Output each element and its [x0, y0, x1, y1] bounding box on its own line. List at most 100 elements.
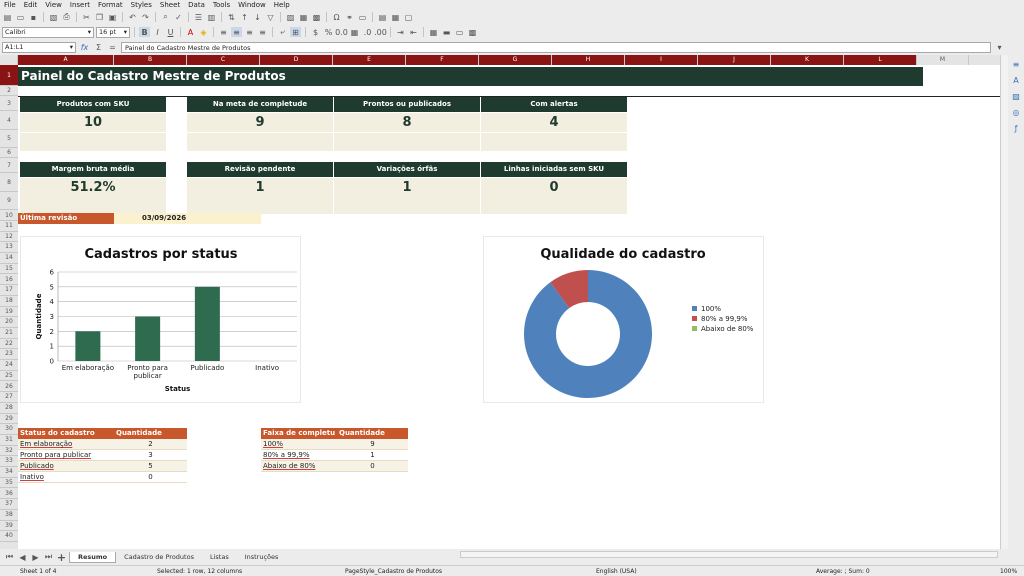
row-header-20[interactable]: 20: [0, 317, 18, 328]
font-size-box[interactable]: 16 pt ▾: [96, 26, 130, 38]
kpi-value[interactable]: 0: [481, 178, 627, 197]
column-icon[interactable]: ▥: [206, 12, 217, 22]
currency-icon[interactable]: $: [310, 27, 321, 37]
image-icon[interactable]: ▨: [285, 12, 296, 22]
tab-listas[interactable]: Listas: [202, 552, 237, 563]
hyperlink-icon[interactable]: ⚭: [344, 12, 355, 22]
quality-table-row-label[interactable]: Abaixo de 80%: [261, 461, 337, 472]
menu-item-format[interactable]: Format: [98, 1, 123, 9]
first-sheet-icon[interactable]: ⏮: [4, 552, 15, 562]
autofilter-icon[interactable]: ▽: [265, 12, 276, 22]
row-header-40[interactable]: 40: [0, 531, 18, 542]
row-header-12[interactable]: 12: [0, 232, 18, 243]
zoom-level[interactable]: 100%: [1000, 568, 1017, 575]
formula-input[interactable]: Painel do Cadastro Mestre de Produtos: [121, 41, 991, 53]
tab-cadastro-de-produtos[interactable]: Cadastro de Produtos: [116, 552, 202, 563]
kpi-value[interactable]: 51.2%: [20, 178, 166, 197]
freeze-icon[interactable]: ▦: [390, 12, 401, 22]
align-center-icon[interactable]: ≡: [231, 27, 242, 37]
status-table-row-label[interactable]: Em elaboração: [18, 439, 114, 450]
copy-icon[interactable]: ❐: [94, 12, 105, 22]
column-header-c[interactable]: C: [187, 55, 260, 65]
row-header-34[interactable]: 34: [0, 467, 18, 478]
row-header-6[interactable]: 6: [0, 148, 18, 158]
kpi-value[interactable]: 4: [481, 113, 627, 132]
row-header-25[interactable]: 25: [0, 371, 18, 382]
find-icon[interactable]: ⌕: [160, 12, 171, 22]
tab-resumo[interactable]: Resumo: [69, 551, 117, 563]
undo-icon[interactable]: ↶: [127, 12, 138, 22]
split-window-icon[interactable]: ▢: [403, 12, 414, 22]
column-header-k[interactable]: K: [771, 55, 844, 65]
align-right-icon[interactable]: ≡: [244, 27, 255, 37]
navigator-icon[interactable]: ◎: [1010, 107, 1022, 119]
open-icon[interactable]: ▭: [15, 12, 26, 22]
decrease-indent-icon[interactable]: ⇤: [408, 27, 419, 37]
kpi-value[interactable]: 8: [334, 113, 480, 132]
merge-center-icon[interactable]: ⊞: [290, 27, 301, 37]
underline-icon[interactable]: U: [165, 27, 176, 37]
comment-icon[interactable]: ▭: [357, 12, 368, 22]
select-all-corner[interactable]: [0, 55, 18, 65]
row-header-2[interactable]: 2: [0, 86, 18, 96]
headers-footers-icon[interactable]: ▤: [377, 12, 388, 22]
row-header-21[interactable]: 21: [0, 328, 18, 339]
kpi-value[interactable]: 10: [20, 113, 166, 132]
styles-icon[interactable]: A: [1010, 75, 1022, 87]
status-table-row-value[interactable]: 5: [114, 461, 187, 472]
row-header-5[interactable]: 5: [0, 130, 18, 148]
cut-icon[interactable]: ✂: [81, 12, 92, 22]
background-color-icon[interactable]: ▭: [454, 27, 465, 37]
borders-icon[interactable]: ▦: [428, 27, 439, 37]
status-table-row-value[interactable]: 2: [114, 439, 187, 450]
row-header-38[interactable]: 38: [0, 510, 18, 521]
menu-item-file[interactable]: File: [4, 1, 16, 9]
row-header-18[interactable]: 18: [0, 296, 18, 307]
quality-chart[interactable]: Qualidade do cadastro 100% 80% a 99,9% Abai…: [483, 236, 764, 403]
menu-item-data[interactable]: Data: [188, 1, 205, 9]
last-review-date[interactable]: 03/09/2026: [114, 213, 261, 224]
quality-table-row-value[interactable]: 9: [337, 439, 408, 450]
status-table-row-label[interactable]: Inativo: [18, 472, 114, 483]
language[interactable]: English (USA): [596, 568, 637, 575]
new-document-icon[interactable]: ▤: [2, 12, 13, 22]
row-header-27[interactable]: 27: [0, 392, 18, 403]
horizontal-scrollbar[interactable]: [460, 551, 998, 558]
row-header-16[interactable]: 16: [0, 275, 18, 286]
export-pdf-icon[interactable]: ▧: [48, 12, 59, 22]
vertical-scrollbar[interactable]: [1000, 55, 1008, 549]
print-icon[interactable]: ⎙: [61, 12, 72, 22]
next-sheet-icon[interactable]: ▶: [30, 552, 41, 562]
row-header-39[interactable]: 39: [0, 521, 18, 532]
font-color-icon[interactable]: A: [185, 27, 196, 37]
spelling-icon[interactable]: ✓: [173, 12, 184, 22]
selection-summary[interactable]: Average: ; Sum: 0: [816, 568, 870, 575]
row-header-22[interactable]: 22: [0, 339, 18, 350]
menu-item-insert[interactable]: Insert: [70, 1, 90, 9]
row-header-26[interactable]: 26: [0, 382, 18, 393]
italic-icon[interactable]: I: [152, 27, 163, 37]
status-chart[interactable]: Cadastros por status 0 1 2 3 4 5 6 Em elaboração…: [20, 236, 301, 403]
column-header-h[interactable]: H: [552, 55, 625, 65]
row-header-10[interactable]: 10: [0, 210, 18, 221]
row-header-30[interactable]: 30: [0, 424, 18, 435]
redo-icon[interactable]: ↷: [140, 12, 151, 22]
row-header-24[interactable]: 24: [0, 360, 18, 371]
status-table-row-value[interactable]: 3: [114, 450, 187, 461]
menu-item-styles[interactable]: Styles: [131, 1, 152, 9]
row-header-14[interactable]: 14: [0, 253, 18, 264]
row-header-35[interactable]: 35: [0, 478, 18, 489]
font-name-box[interactable]: Calibri ▾: [2, 26, 94, 38]
tab-instruções[interactable]: Instruções: [237, 552, 287, 563]
column-header-e[interactable]: E: [333, 55, 406, 65]
properties-icon[interactable]: ≡: [1010, 59, 1022, 71]
bold-icon[interactable]: B: [139, 27, 150, 37]
sheet-grid[interactable]: Painel do Cadastro Mestre de Produtos Pr…: [18, 65, 1000, 549]
border-style-icon[interactable]: ▬: [441, 27, 452, 37]
menu-item-help[interactable]: Help: [274, 1, 290, 9]
quality-table-row-label[interactable]: 100%: [261, 439, 337, 450]
row-header-36[interactable]: 36: [0, 489, 18, 500]
prev-sheet-icon[interactable]: ◀: [17, 552, 28, 562]
sort-descending-icon[interactable]: ↓: [252, 12, 263, 22]
remove-decimal-icon[interactable]: .00: [374, 27, 387, 37]
